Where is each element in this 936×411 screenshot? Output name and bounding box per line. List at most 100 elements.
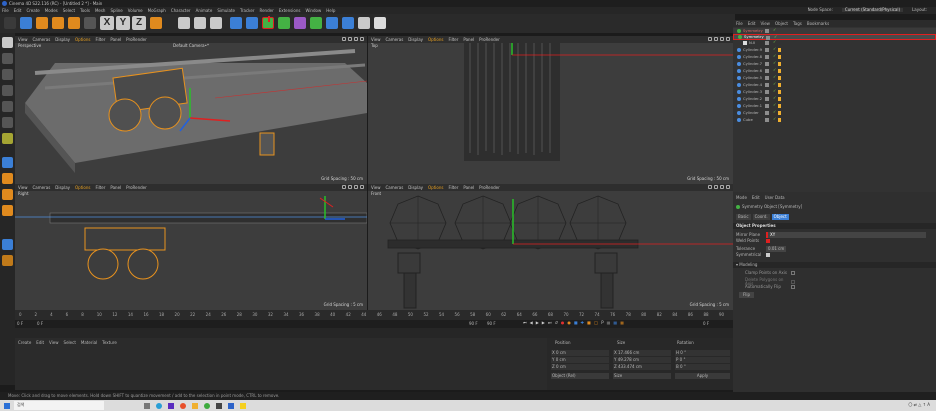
vp-menu-panel[interactable]: Panel bbox=[110, 185, 121, 190]
object-row-cylinder-1[interactable]: Cylinder.1 ✓ bbox=[733, 103, 936, 109]
xd-app-icon[interactable] bbox=[168, 402, 174, 409]
menu-spline[interactable]: Spline bbox=[110, 8, 122, 13]
pan-icon[interactable] bbox=[342, 37, 346, 41]
record-icon[interactable]: ● bbox=[561, 321, 565, 325]
size-y-field[interactable]: Y 49.278 cm bbox=[613, 357, 671, 363]
position-z-field[interactable]: Z 0 cm bbox=[551, 364, 609, 370]
apply-button[interactable]: Apply bbox=[675, 373, 730, 379]
timeline-ruler[interactable]: 0 2 4 6 8 10 12 14 16 18 20 22 24 26 28 30 32 34 36 38 40 42 4… bbox=[15, 310, 733, 320]
vp-menu-view[interactable]: View bbox=[18, 185, 28, 190]
zoom-icon[interactable] bbox=[714, 185, 718, 189]
next-key-icon[interactable]: ▶ bbox=[542, 321, 545, 325]
vp-menu-filter[interactable]: Filter bbox=[448, 185, 458, 190]
vp-menu-filter[interactable]: Filter bbox=[95, 185, 105, 190]
cloner-icon[interactable] bbox=[294, 17, 306, 29]
om-menu-file[interactable]: File bbox=[736, 21, 743, 26]
edge-browser-icon[interactable] bbox=[156, 402, 162, 409]
modeling-section-header[interactable]: ▾ Modeling bbox=[733, 262, 936, 268]
rotation-h-field[interactable]: H 0 ° bbox=[675, 350, 730, 356]
end-frame-field-2[interactable]: 90 F bbox=[487, 322, 496, 326]
locked-workplane-icon[interactable] bbox=[2, 189, 13, 200]
om-menu-tags[interactable]: Tags bbox=[793, 21, 802, 26]
render-settings-icon[interactable] bbox=[210, 17, 222, 29]
vp-menu-prorender[interactable]: ProRender bbox=[126, 37, 147, 42]
mm-menu-view[interactable]: View bbox=[49, 341, 59, 345]
size-z-field[interactable]: Z 433.474 cm bbox=[613, 364, 671, 370]
om-menu-bookmarks[interactable]: Bookmarks bbox=[807, 21, 829, 26]
make-editable-icon[interactable] bbox=[2, 37, 13, 48]
om-menu-edit[interactable]: Edit bbox=[748, 21, 756, 26]
pla-key-icon[interactable]: ▦ bbox=[607, 321, 611, 325]
vp-menu-panel[interactable]: Panel bbox=[463, 37, 474, 42]
prev-key-icon[interactable]: ◀ bbox=[530, 321, 533, 325]
edge-mode-icon[interactable] bbox=[2, 101, 13, 112]
viewport-front[interactable]: View Cameras Display Options Filter Pane… bbox=[368, 184, 733, 310]
polygon-mode-icon[interactable] bbox=[2, 117, 13, 128]
object-row-cylinder-4[interactable]: Cylinder.4 ✓ bbox=[733, 82, 936, 88]
size-mode-dropdown[interactable]: Size bbox=[613, 373, 671, 379]
position-key-icon[interactable]: ✚ bbox=[581, 321, 584, 325]
settings-icon[interactable] bbox=[216, 402, 222, 409]
object-row-cylinder-5[interactable]: Cylinder.5 ✓ bbox=[733, 75, 936, 81]
taskbar-search-box[interactable]: 검색 bbox=[14, 401, 104, 410]
live-selection-icon[interactable] bbox=[20, 17, 32, 29]
tab-basic[interactable]: Basic bbox=[736, 214, 751, 220]
menu-simulate[interactable]: Simulate bbox=[217, 8, 235, 13]
start-frame-field[interactable]: 0 F bbox=[17, 322, 23, 326]
node-space-dropdown[interactable]: Current (Standard/Physical) bbox=[841, 8, 904, 12]
menu-tracker[interactable]: Tracker bbox=[240, 8, 254, 13]
vp-menu-display[interactable]: Display bbox=[55, 37, 70, 42]
vp-menu-cameras[interactable]: Cameras bbox=[33, 37, 51, 42]
x-axis-lock-button[interactable]: X bbox=[100, 16, 114, 30]
task-view-icon[interactable] bbox=[144, 402, 150, 409]
menu-modes[interactable]: Modes bbox=[45, 8, 58, 13]
enable-snap-icon[interactable] bbox=[2, 157, 13, 168]
viewport-perspective[interactable]: View Cameras Display Options Filter Pane… bbox=[15, 36, 367, 184]
move-tool-icon[interactable] bbox=[36, 17, 48, 29]
go-start-icon[interactable]: ⏮ bbox=[523, 321, 527, 325]
vp-menu-view[interactable]: View bbox=[371, 185, 381, 190]
workplane-icon[interactable] bbox=[2, 173, 13, 184]
zoom-icon[interactable] bbox=[714, 37, 718, 41]
field-icon[interactable] bbox=[310, 17, 322, 29]
menu-file[interactable]: File bbox=[2, 8, 9, 13]
weld-points-checkbox[interactable] bbox=[766, 239, 770, 243]
vp-menu-display[interactable]: Display bbox=[55, 185, 70, 190]
vp-menu-cameras[interactable]: Cameras bbox=[33, 185, 51, 190]
vp-menu-options[interactable]: Options bbox=[75, 185, 90, 190]
rotate-tool-icon[interactable] bbox=[68, 17, 80, 29]
windows-start-icon[interactable] bbox=[4, 402, 10, 409]
clamp-points-checkbox[interactable] bbox=[791, 271, 795, 275]
file-explorer-icon[interactable] bbox=[192, 402, 198, 409]
orbit-icon[interactable] bbox=[354, 185, 358, 189]
tab-coord[interactable]: Coord. bbox=[752, 214, 770, 220]
object-row-cylinder-6[interactable]: Cylinder.6 ✓ bbox=[733, 68, 936, 74]
sculpt-icon[interactable] bbox=[2, 239, 13, 250]
menu-create[interactable]: Create bbox=[26, 8, 39, 13]
array-generator-icon[interactable] bbox=[278, 17, 290, 29]
om-menu-object[interactable]: Object bbox=[775, 21, 788, 26]
render-to-picture-viewer-icon[interactable] bbox=[194, 17, 206, 29]
scale-key-icon[interactable]: ■ bbox=[587, 321, 591, 325]
object-row-cylinder-7[interactable]: Cylinder.7 ✓ bbox=[733, 61, 936, 67]
right-frame-field[interactable]: 0 F bbox=[703, 322, 709, 326]
tolerance-field[interactable]: 0.01 cm bbox=[766, 246, 787, 252]
am-menu-user-data[interactable]: User Data bbox=[765, 196, 785, 200]
vp-menu-filter[interactable]: Filter bbox=[95, 37, 105, 42]
rotation-p-field[interactable]: P 0 ° bbox=[675, 357, 730, 363]
mm-menu-texture[interactable]: Texture bbox=[102, 341, 117, 345]
vp-menu-view[interactable]: View bbox=[18, 37, 28, 42]
menu-edit[interactable]: Edit bbox=[14, 8, 22, 13]
position-x-field[interactable]: X 0 cm bbox=[551, 350, 609, 356]
timeline-window-icon[interactable]: ▦ bbox=[620, 321, 624, 325]
point-mode-icon[interactable] bbox=[2, 85, 13, 96]
environment-icon[interactable] bbox=[342, 17, 354, 29]
vp-menu-prorender[interactable]: ProRender bbox=[479, 37, 500, 42]
object-row-cylinder[interactable]: Cylinder ✓ bbox=[733, 110, 936, 116]
vp-menu-prorender[interactable]: ProRender bbox=[479, 185, 500, 190]
y-axis-lock-button[interactable]: Y bbox=[116, 16, 130, 30]
maximize-icon[interactable] bbox=[360, 37, 364, 41]
vp-menu-panel[interactable]: Panel bbox=[110, 37, 121, 42]
model-mode-icon[interactable] bbox=[2, 53, 13, 64]
zoom-icon[interactable] bbox=[348, 185, 352, 189]
